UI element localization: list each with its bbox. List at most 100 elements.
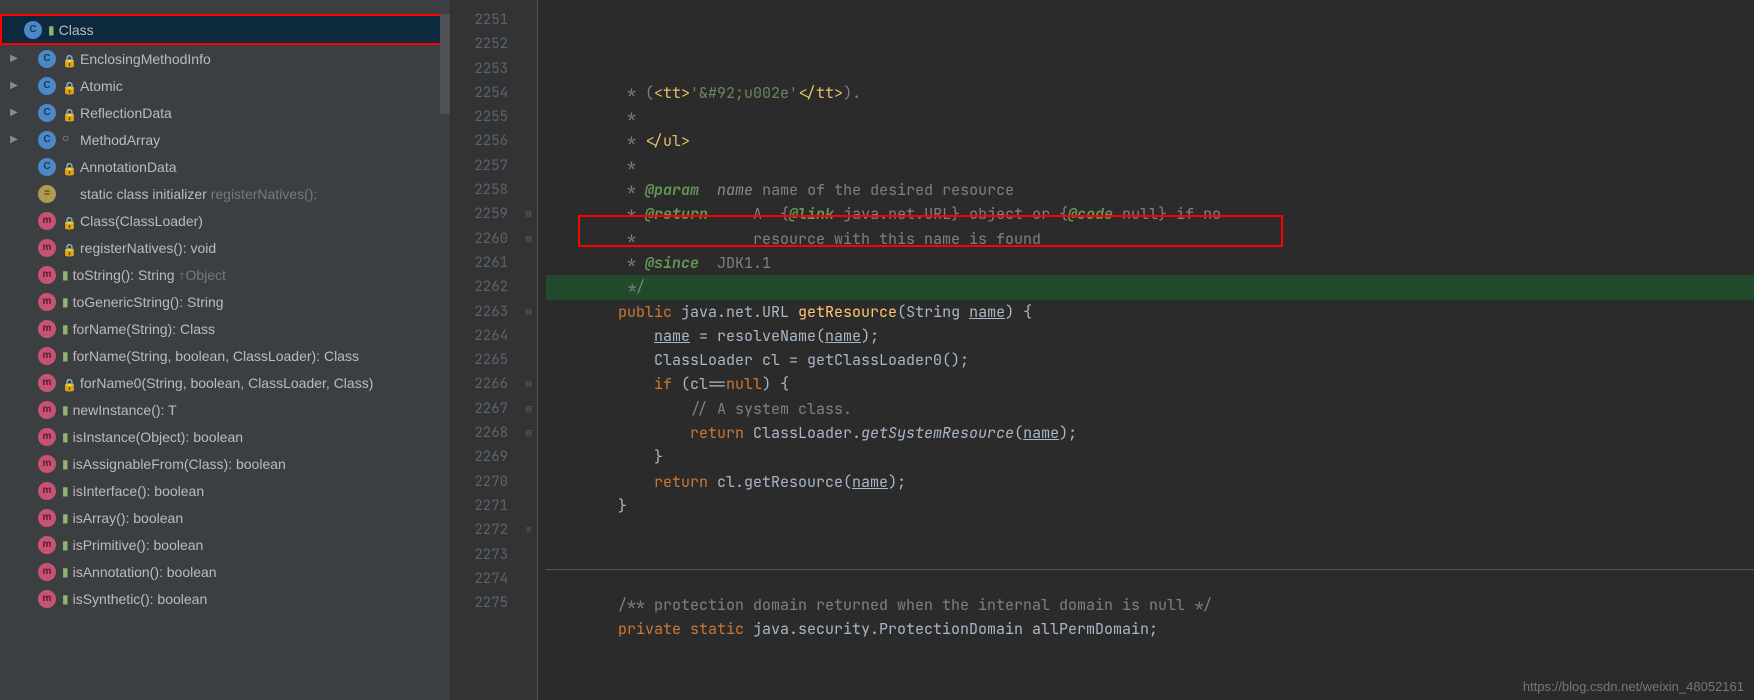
type-icon: m [38,293,56,311]
tree-item-3[interactable]: ▶C🔒ReflectionData [0,99,450,126]
sidebar-scrollbar[interactable] [440,14,450,114]
fold-marker[interactable] [520,178,537,202]
tree-item-15[interactable]: m▮isInstance(Object): boolean [0,423,450,450]
type-icon: = [38,185,56,203]
fold-marker[interactable] [520,324,537,348]
fold-marker[interactable] [520,348,537,372]
tree-item-6[interactable]: = static class initializer registerNative… [0,180,450,207]
tree-item-5[interactable]: C🔒AnnotationData [0,153,450,180]
code-line[interactable]: * @since JDK1.1 [546,251,1754,275]
line-number: 2269 [450,445,508,469]
code-line[interactable] [546,518,1754,542]
tree-item-1[interactable]: ▶C🔒EnclosingMethodInfo [0,45,450,72]
tree-item-7[interactable]: m🔒Class(ClassLoader) [0,207,450,234]
line-number: 2258 [450,178,508,202]
expand-icon[interactable]: ▶ [6,107,22,118]
code-line[interactable]: name = resolveName(name); [546,324,1754,348]
code-line[interactable]: * resource with this name is found [546,227,1754,251]
fold-marker[interactable] [520,105,537,129]
code-line[interactable]: // A system class. [546,397,1754,421]
tree-item-10[interactable]: m▮toGenericString(): String [0,288,450,315]
fold-marker[interactable]: ⊟ [520,421,537,445]
code-line[interactable]: * (<tt>'&#92;u002e'</tt>). [546,81,1754,105]
line-number: 2270 [450,470,508,494]
code-line[interactable]: * [546,154,1754,178]
fold-marker[interactable] [520,154,537,178]
tree-item-20[interactable]: m▮isAnnotation(): boolean [0,558,450,585]
tree-item-16[interactable]: m▮isAssignableFrom(Class): boolean [0,450,450,477]
tree-item-14[interactable]: m▮newInstance(): T [0,396,450,423]
tree-item-13[interactable]: m🔒forName0(String, boolean, ClassLoader,… [0,369,450,396]
code-line[interactable]: public java.net.URL getResource(String n… [546,300,1754,324]
type-icon: m [38,590,56,608]
expand-icon[interactable]: ▶ [6,53,22,64]
fold-marker[interactable]: ⊟ [520,227,537,251]
tree-item-8[interactable]: m🔒registerNatives(): void [0,234,450,261]
code-area[interactable]: * (<tt>'&#92;u002e'</tt>). * * </ul> * *… [538,0,1754,700]
fold-marker[interactable]: ⊟ [520,372,537,396]
item-label: toGenericString(): String [73,294,224,310]
expand-icon[interactable]: ▶ [6,80,22,91]
fold-marker[interactable]: ⊟ [520,300,537,324]
gutter-line-numbers: 2251225222532254225522562257225822592260… [450,0,520,700]
fold-marker[interactable]: ⊟ [520,202,537,226]
structure-sidebar: C▮Class▶C🔒EnclosingMethodInfo▶C🔒Atomic▶C… [0,0,450,700]
code-line[interactable]: ClassLoader cl = getClassLoader0(); [546,348,1754,372]
fold-marker[interactable] [520,445,537,469]
public-icon: ▮ [62,484,69,498]
fold-marker[interactable] [520,591,537,615]
code-line[interactable]: } [546,445,1754,469]
lock-icon: 🔒 [62,81,76,91]
fold-marker[interactable] [520,57,537,81]
code-line[interactable]: * </ul> [546,129,1754,153]
item-label: isPrimitive(): boolean [73,537,204,553]
tree-item-9[interactable]: m▮toString(): String ↑Object [0,261,450,288]
fold-marker[interactable] [520,567,537,591]
tree-item-18[interactable]: m▮isArray(): boolean [0,504,450,531]
type-icon: m [38,266,56,284]
folder-icon: ▮ [48,23,55,37]
line-number: 2252 [450,32,508,56]
code-line[interactable]: private static java.security.ProtectionD… [546,617,1754,641]
code-line[interactable]: } [546,494,1754,518]
expand-icon[interactable]: ▶ [6,134,22,145]
tree-item-21[interactable]: m▮isSynthetic(): boolean [0,585,450,612]
code-line[interactable]: /** protection domain returned when the … [546,593,1754,617]
fold-marker[interactable] [520,32,537,56]
tree-item-4[interactable]: ▶CMethodArray [0,126,450,153]
fold-marker[interactable] [520,494,537,518]
line-number: 2262 [450,275,508,299]
tree-item-17[interactable]: m▮isInterface(): boolean [0,477,450,504]
fold-marker[interactable] [520,543,537,567]
type-icon: C [38,158,56,176]
fold-marker[interactable]: ⊟ [520,397,537,421]
public-icon: ▮ [62,538,69,552]
fold-marker[interactable]: ≡ [520,518,537,542]
fold-marker[interactable] [520,129,537,153]
tree-item-2[interactable]: ▶C🔒Atomic [0,72,450,99]
tree-item-19[interactable]: m▮isPrimitive(): boolean [0,531,450,558]
code-editor[interactable]: 2251225222532254225522562257225822592260… [450,0,1754,700]
fold-marker[interactable] [520,8,537,32]
code-line[interactable]: * @param name name of the desired resour… [546,178,1754,202]
fold-column[interactable]: ⊟⊟⊟⊟⊟⊟≡ [520,0,538,700]
tree-item-12[interactable]: m▮forName(String, boolean, ClassLoader):… [0,342,450,369]
fold-marker[interactable] [520,275,537,299]
fold-marker[interactable] [520,251,537,275]
code-line[interactable]: return cl.getResource(name); [546,470,1754,494]
fold-marker[interactable] [520,81,537,105]
code-line[interactable]: */ [546,275,1754,299]
tree-item-11[interactable]: m▮forName(String): Class [0,315,450,342]
code-line[interactable]: return ClassLoader.getSystemResource(nam… [546,421,1754,445]
code-line[interactable] [546,642,1754,666]
code-line[interactable]: * [546,105,1754,129]
structure-tree[interactable]: C▮Class▶C🔒EnclosingMethodInfo▶C🔒Atomic▶C… [0,14,450,612]
code-line[interactable] [546,543,1754,567]
tree-item-0[interactable]: C▮Class [0,14,450,45]
code-line[interactable]: if (cl==null) { [546,372,1754,396]
fold-marker[interactable] [520,470,537,494]
item-label: static class initializer registerNatives… [80,186,317,202]
code-line[interactable] [546,569,1754,593]
type-icon: C [38,77,56,95]
code-line[interactable]: * @return A {@link java.net.URL} object … [546,202,1754,226]
